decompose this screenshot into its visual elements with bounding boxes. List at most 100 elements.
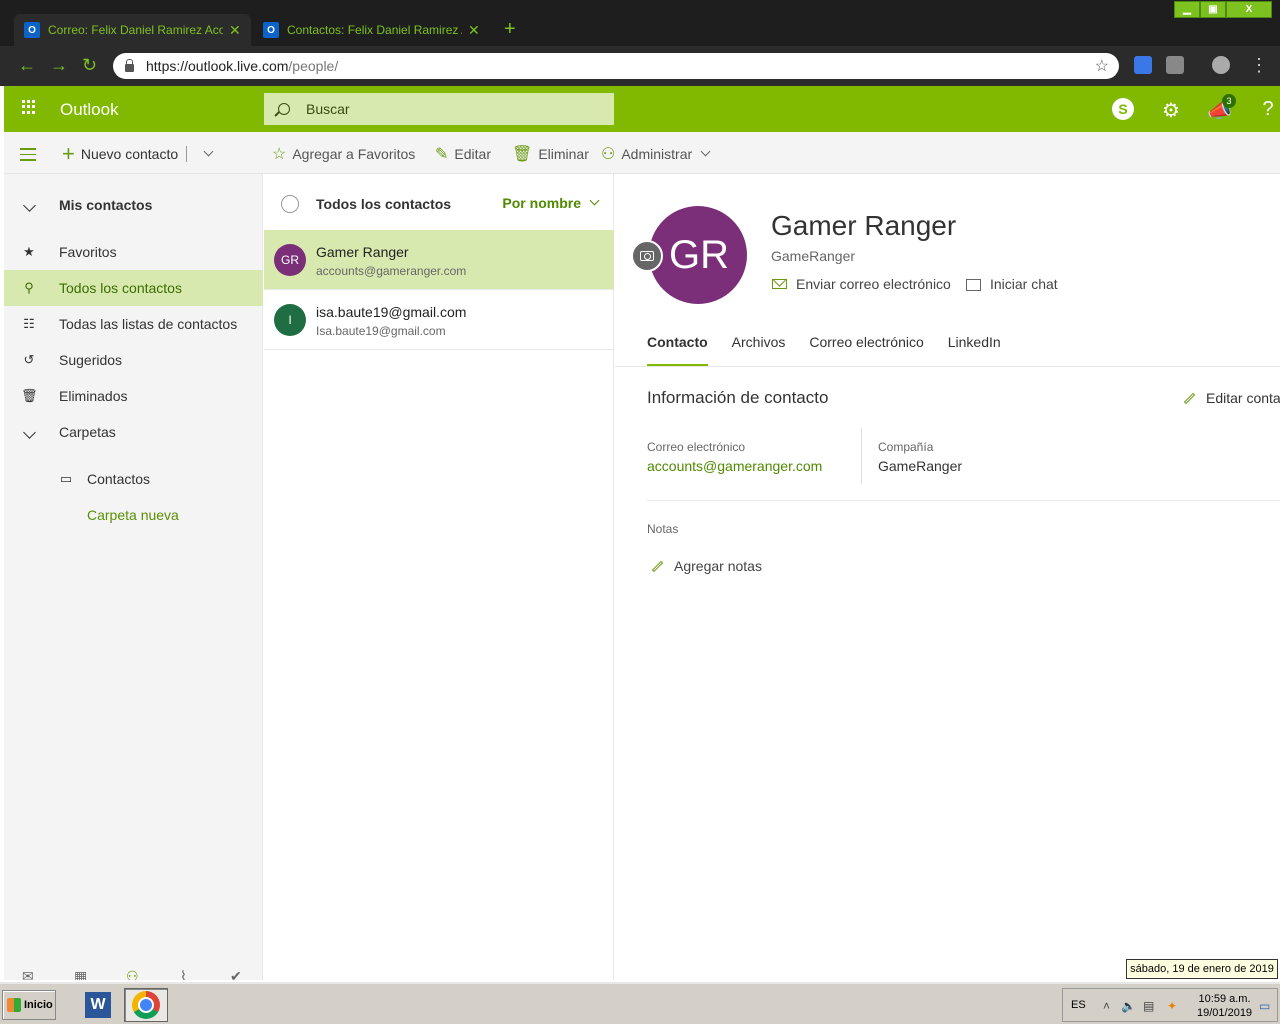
nav-all-contacts[interactable]: ⚲ Todos los contactos bbox=[4, 270, 263, 306]
help-icon[interactable]: ? bbox=[1256, 98, 1280, 122]
search-input[interactable]: Buscar bbox=[264, 93, 614, 125]
chrome-icon bbox=[132, 991, 160, 1019]
show-desktop-icon[interactable]: ▭ bbox=[1259, 999, 1270, 1013]
mail-extension-icon[interactable] bbox=[1166, 56, 1184, 74]
sort-dropdown[interactable]: Por nombre bbox=[502, 195, 600, 211]
taskbar-word[interactable]: W bbox=[76, 988, 120, 1022]
sort-label: Por nombre bbox=[502, 195, 581, 211]
close-icon[interactable]: ✕ bbox=[229, 22, 241, 39]
reload-icon[interactable]: ↻ bbox=[82, 55, 97, 76]
antivirus-icon[interactable]: ✦ bbox=[1167, 999, 1177, 1013]
gear-icon[interactable]: ⚙ bbox=[1159, 98, 1183, 122]
nav-all-lists[interactable]: ☷ Todas las listas de contactos bbox=[4, 306, 263, 342]
forward-icon[interactable]: → bbox=[50, 55, 68, 76]
tab-contact[interactable]: Contacto bbox=[647, 334, 708, 366]
nav-suggested[interactable]: ↺ Sugeridos bbox=[4, 342, 263, 378]
tab-email[interactable]: Correo electrónico bbox=[809, 334, 923, 366]
pencil-icon: ✎ bbox=[435, 146, 449, 163]
attachment-icon[interactable]: ⌇ bbox=[180, 968, 187, 980]
avatar: I bbox=[274, 304, 306, 336]
list-item[interactable]: I isa.baute19@gmail.com Isa.baute19@gmai… bbox=[264, 290, 614, 350]
delete-label: Eliminar bbox=[538, 146, 589, 162]
search-icon bbox=[278, 103, 290, 115]
lock-icon bbox=[125, 59, 134, 72]
people-icon[interactable]: ⚇ bbox=[126, 968, 139, 980]
clock[interactable]: 10:59 a.m. 19/01/2019 bbox=[1197, 992, 1252, 1020]
edit-contact-label: Editar contacto bbox=[1206, 390, 1280, 406]
skype-icon[interactable]: S bbox=[1112, 98, 1134, 120]
person-gear-icon: ⚇ bbox=[601, 146, 616, 163]
contact-email: Isa.baute19@gmail.com bbox=[316, 324, 446, 338]
contact-detail-pane: GR Gamer Ranger GameRanger Enviar correo… bbox=[615, 174, 1280, 980]
chevron-down-icon[interactable] bbox=[203, 146, 214, 156]
tab-linkedin[interactable]: LinkedIn bbox=[948, 334, 1001, 366]
chevron-down-icon bbox=[700, 146, 711, 156]
new-contact-button[interactable]: + Nuevo contacto bbox=[62, 141, 214, 167]
browser-tab-mail[interactable]: O Correo: Felix Daniel Ramirez Acosta ✕ bbox=[14, 14, 251, 46]
mail-icon[interactable]: ✉ bbox=[22, 968, 34, 980]
manage-button[interactable]: ⚇ Administrar bbox=[601, 144, 711, 164]
new-folder-link[interactable]: Carpeta nueva bbox=[4, 497, 263, 533]
pencil-icon bbox=[1183, 392, 1196, 404]
contact-display-name: Gamer Ranger bbox=[771, 210, 957, 241]
network-icon[interactable]: ▤ bbox=[1143, 999, 1154, 1013]
list-item[interactable]: GR Gamer Ranger accounts@gameranger.com bbox=[264, 230, 614, 290]
translate-extension-icon[interactable] bbox=[1134, 56, 1152, 74]
speaker-icon[interactable]: 🔈 bbox=[1121, 999, 1136, 1013]
maximize-button[interactable]: ▣ bbox=[1200, 1, 1226, 18]
left-navigation: Mis contactos ★ Favoritos ⚲ Todos los co… bbox=[4, 174, 263, 980]
chevron-down-icon bbox=[21, 425, 37, 440]
edit-contact-button[interactable]: Editar contacto bbox=[1183, 390, 1280, 406]
new-tab-button[interactable]: + bbox=[504, 18, 516, 41]
nav-label: Todos los contactos bbox=[59, 280, 182, 296]
bookmark-star-icon[interactable]: ☆ bbox=[1095, 56, 1109, 76]
manage-label: Administrar bbox=[621, 146, 693, 162]
nav-label: Eliminados bbox=[59, 388, 128, 404]
select-all-checkbox[interactable] bbox=[281, 195, 299, 213]
outlook-header: Outlook Buscar S ⚙ 📣 3 ? bbox=[4, 86, 1280, 132]
chevron-up-icon[interactable]: ˄ bbox=[1103, 999, 1110, 1013]
nav-favorites[interactable]: ★ Favoritos bbox=[4, 234, 263, 270]
chevron-down-icon bbox=[21, 198, 37, 213]
send-email-button[interactable]: Enviar correo electrónico bbox=[772, 276, 951, 292]
camera-icon[interactable] bbox=[631, 240, 663, 272]
add-notes-label: Agregar notas bbox=[674, 558, 762, 574]
start-button[interactable]: Inicio bbox=[2, 990, 56, 1020]
avatar: GR bbox=[274, 244, 306, 276]
nav-contacts-folder[interactable]: ▭ Contactos bbox=[4, 461, 263, 497]
tab-divider bbox=[615, 366, 1280, 367]
email-link[interactable]: accounts@gameranger.com bbox=[647, 458, 822, 474]
start-chat-button[interactable]: Iniciar chat bbox=[966, 276, 1058, 292]
minimize-button[interactable]: ▁ bbox=[1174, 1, 1200, 18]
envelope-icon bbox=[772, 279, 787, 289]
close-window-button[interactable]: X bbox=[1226, 1, 1272, 18]
url-input[interactable]: https://outlook.live.com /people/ ☆ bbox=[113, 53, 1119, 79]
app-name: Outlook bbox=[60, 100, 119, 119]
nav-deleted[interactable]: 🗑 Eliminados bbox=[4, 378, 263, 414]
back-icon[interactable]: ← bbox=[18, 55, 36, 76]
edit-button[interactable]: ✎ Editar bbox=[435, 144, 491, 164]
calendar-icon[interactable]: ▦ bbox=[74, 968, 87, 980]
contact-list-icon: ☷ bbox=[23, 316, 35, 331]
app-launcher-icon[interactable] bbox=[22, 100, 36, 114]
outlook-icon: O bbox=[263, 22, 279, 38]
taskbar-chrome[interactable] bbox=[124, 988, 168, 1022]
add-favorites-button[interactable]: ☆ Agregar a Favoritos bbox=[272, 144, 415, 164]
window-controls: ▁ ▣ X bbox=[1174, 1, 1272, 18]
hamburger-icon[interactable] bbox=[20, 148, 36, 165]
word-icon: W bbox=[85, 992, 111, 1018]
delete-button[interactable]: 🗑 Eliminar bbox=[512, 144, 589, 164]
tab-files[interactable]: Archivos bbox=[732, 334, 786, 366]
close-icon[interactable]: ✕ bbox=[468, 22, 480, 39]
taskbar: Inicio W ES ˄ 🔈 ▤ ✦ 10:59 a.m. 19/01/201… bbox=[0, 982, 1280, 1024]
language-indicator[interactable]: ES bbox=[1071, 999, 1086, 1011]
profile-icon[interactable] bbox=[1212, 56, 1230, 74]
menu-dots-icon[interactable]: ⋮ bbox=[1250, 55, 1268, 76]
nav-my-contacts[interactable]: Mis contactos bbox=[4, 187, 263, 223]
tasks-icon[interactable]: ✔ bbox=[230, 968, 242, 980]
add-notes-button[interactable]: Agregar notas bbox=[651, 558, 762, 574]
browser-tab-contacts[interactable]: O Contactos: Felix Daniel Ramirez Acosta… bbox=[253, 14, 490, 46]
nav-folders[interactable]: Carpetas bbox=[4, 414, 263, 450]
date-tooltip: sábado, 19 de enero de 2019 bbox=[1126, 959, 1278, 979]
company-label: Compañía bbox=[878, 440, 934, 454]
